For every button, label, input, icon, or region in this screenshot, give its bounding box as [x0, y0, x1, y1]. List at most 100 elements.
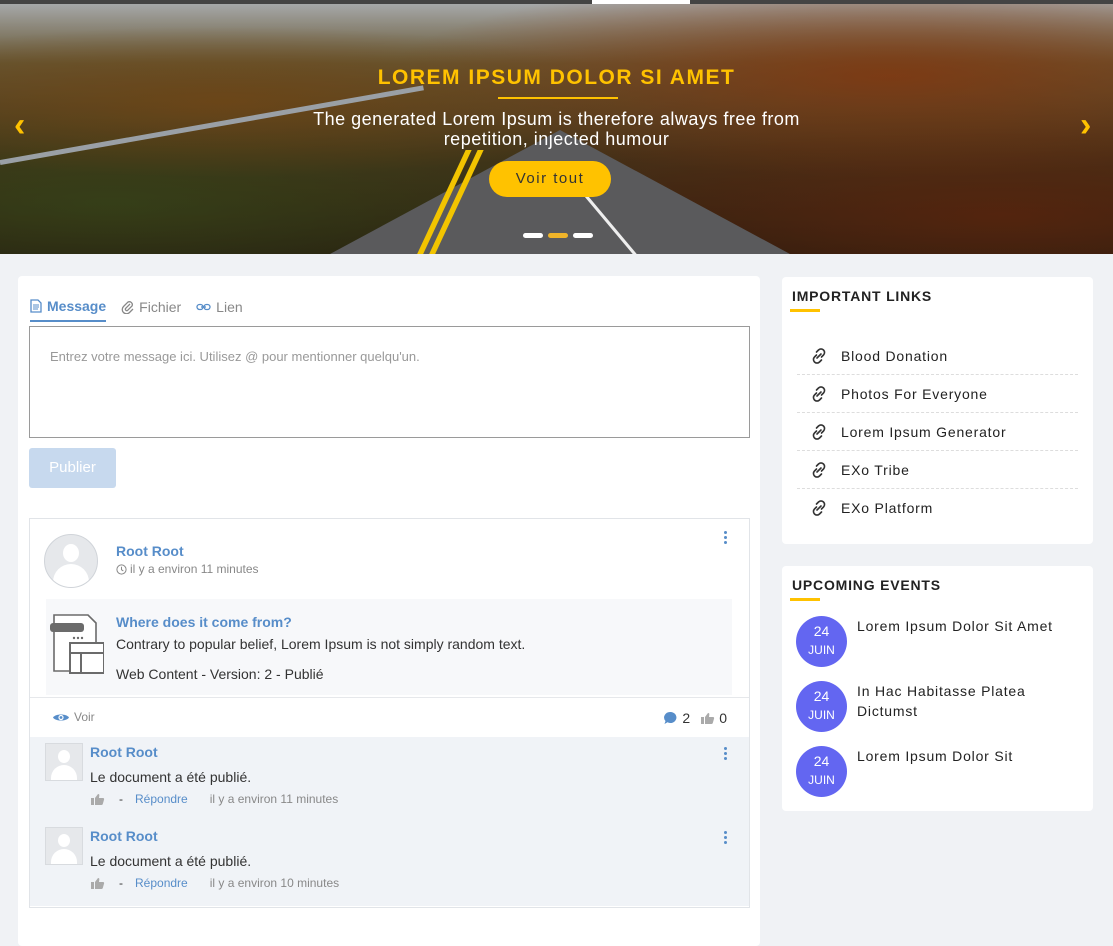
hero-view-all-button[interactable]: Voir tout [489, 161, 611, 197]
link-item-exo-platform[interactable]: EXo Platform [797, 489, 1078, 526]
carousel-prev-icon[interactable]: ‹ [14, 108, 25, 142]
event-date-badge: 24 JUIN [796, 616, 847, 667]
comment-icon [664, 711, 677, 724]
activity-timestamp: il y a environ 11 minutes [116, 562, 259, 576]
comment-author[interactable]: Root Root [90, 828, 158, 844]
web-content-icon [50, 614, 104, 674]
avatar-placeholder-head [63, 544, 79, 562]
comment-count-button[interactable]: 2 [663, 710, 690, 726]
comment-actions: - Répondre il y a environ 10 minutes [90, 876, 339, 890]
activity-actions: Voir 2 0 [30, 697, 749, 738]
event-title[interactable]: Lorem Ipsum Dolor Sit Amet [857, 616, 1067, 636]
link-item-lorem-ipsum-generator[interactable]: Lorem Ipsum Generator [797, 413, 1078, 451]
event-month: JUIN [808, 643, 835, 657]
link-item-photos-for-everyone[interactable]: Photos For Everyone [797, 375, 1078, 413]
event-title[interactable]: Lorem Ipsum Dolor Sit [857, 746, 1067, 766]
view-action[interactable]: Voir [52, 710, 95, 724]
link-icon [812, 461, 826, 478]
carousel-dot-active[interactable] [548, 233, 568, 238]
eye-icon [53, 714, 69, 720]
carousel-dot[interactable] [523, 233, 543, 238]
tab-message[interactable]: Message [30, 298, 107, 322]
comment-time: il y a environ 10 minutes [209, 876, 340, 890]
comment-actions: - Répondre il y a environ 11 minutes [90, 792, 338, 806]
avatar[interactable] [45, 743, 83, 781]
tab-file[interactable]: Fichier [121, 298, 181, 322]
event-day: 24 [813, 623, 830, 639]
comment-more-icon[interactable] [724, 831, 728, 844]
content-meta: Web Content - Version: 2 - Publié [116, 666, 324, 682]
comment-author[interactable]: Root Root [90, 744, 158, 760]
comment-item: Root Root Le document a été publié. - Ré… [30, 737, 749, 821]
link-label: EXo Platform [841, 499, 934, 516]
upcoming-events-card: UPCOMING EVENTS 24 JUIN Lorem Ipsum Dolo… [782, 566, 1093, 811]
view-label: Voir [74, 710, 95, 724]
link-icon [812, 423, 826, 440]
link-item-exo-tribe[interactable]: EXo Tribe [797, 451, 1078, 489]
like-count-button[interactable]: 0 [700, 710, 727, 726]
hero-carousel: LOREM IPSUM DOLOR SI AMET The generated … [0, 0, 1113, 254]
event-date-badge: 24 JUIN [796, 681, 847, 732]
chain-icon [196, 303, 211, 311]
comment-text: Le document a été publié. [90, 769, 252, 785]
comment-action-separator: - [119, 876, 123, 890]
content-title[interactable]: Where does it come from? [116, 614, 292, 630]
document-icon [30, 299, 42, 313]
tab-link-label: Lien [216, 299, 243, 315]
activity-time-text: il y a environ 11 minutes [130, 562, 259, 576]
tab-message-label: Message [47, 298, 107, 314]
comment-count: 2 [682, 710, 691, 726]
tab-file-label: Fichier [139, 299, 182, 315]
shared-content-preview[interactable]: Where does it come from? Contrary to pop… [46, 599, 732, 695]
avatar[interactable] [45, 827, 83, 865]
event-day: 24 [813, 753, 830, 769]
important-links-title: IMPORTANT LINKS [792, 288, 933, 304]
link-label: Blood Donation [841, 347, 948, 364]
important-links-card: IMPORTANT LINKS Blood Donation Photos Fo… [782, 277, 1093, 544]
message-input[interactable]: Entrez votre message ici. Utilisez @ pou… [29, 326, 750, 438]
hero-title: LOREM IPSUM DOLOR SI AMET [377, 66, 736, 89]
event-date-badge: 24 JUIN [796, 746, 847, 797]
comment-item: Root Root Le document a été publié. - Ré… [30, 821, 749, 905]
event-title[interactable]: In Hac Habitasse Platea Dictumst [857, 681, 1067, 721]
title-accent-bar [790, 598, 820, 601]
upcoming-events-title: UPCOMING EVENTS [792, 577, 941, 593]
like-count: 0 [719, 710, 727, 726]
content-excerpt: Contrary to popular belief, Lorem Ipsum … [116, 636, 526, 652]
link-icon [812, 385, 826, 402]
clock-icon [116, 563, 127, 575]
event-month: JUIN [808, 708, 835, 722]
activity-stream-card: Message Fichier Lien Entrez votre messag… [18, 276, 760, 946]
thumbs-up-icon[interactable] [90, 877, 105, 890]
event-month: JUIN [808, 773, 835, 787]
publish-button[interactable]: Publier [29, 448, 116, 488]
link-icon [812, 499, 826, 516]
link-icon [812, 347, 826, 364]
carousel-indicators [523, 233, 593, 238]
composer-tabs: Message Fichier Lien [30, 298, 243, 322]
carousel-progress-bar [0, 0, 1113, 4]
message-input-placeholder: Entrez votre message ici. Utilisez @ pou… [50, 349, 420, 364]
avatar[interactable] [44, 534, 98, 588]
tab-link[interactable]: Lien [196, 298, 243, 322]
event-day: 24 [813, 688, 830, 704]
comment-text: Le document a été publié. [90, 853, 252, 869]
link-label: Lorem Ipsum Generator [841, 423, 1007, 440]
comments-list: Root Root Le document a été publié. - Ré… [30, 737, 749, 906]
thumbs-up-icon[interactable] [90, 793, 105, 806]
hero-subtitle: The generated Lorem Ipsum is therefore a… [313, 109, 800, 149]
activity-author[interactable]: Root Root [116, 543, 184, 559]
link-item-blood-donation[interactable]: Blood Donation [797, 337, 1078, 375]
activity-more-icon[interactable] [724, 531, 728, 544]
activity-item: Root Root il y a environ 11 minutes Wher… [29, 518, 750, 908]
avatar-placeholder-body [53, 564, 89, 587]
reply-link[interactable]: Répondre [135, 792, 188, 806]
carousel-dot[interactable] [573, 233, 593, 238]
title-accent-bar [790, 309, 820, 312]
carousel-next-icon[interactable]: › [1080, 108, 1091, 142]
carousel-progress-active [592, 0, 690, 4]
link-label: Photos For Everyone [841, 385, 988, 402]
reply-link[interactable]: Répondre [135, 876, 188, 890]
comment-more-icon[interactable] [724, 747, 728, 760]
important-links-list: Blood Donation Photos For Everyone Lorem… [797, 337, 1078, 526]
